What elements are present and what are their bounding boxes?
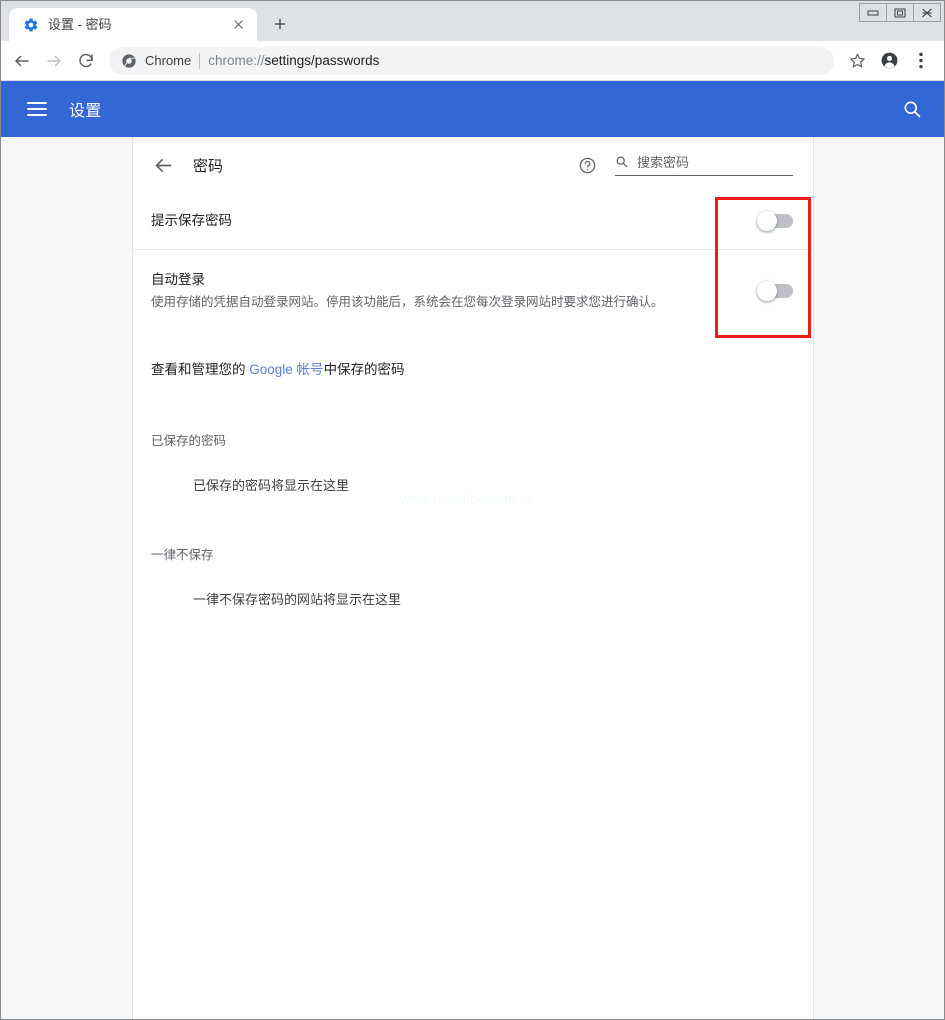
search-icon bbox=[615, 155, 629, 169]
omnibox-divider bbox=[199, 52, 201, 69]
address-bar[interactable]: Chrome chrome://settings/passwords bbox=[109, 46, 834, 75]
google-account-row: 查看和管理您的 Google 帐号中保存的密码 bbox=[133, 332, 813, 380]
passwords-content-card: 密码 搜索密码 提示保存密码 自动登录 使用存储的凭据自动登录网站。停用该功能后… bbox=[133, 137, 814, 1019]
search-input[interactable] bbox=[637, 154, 793, 170]
minimize-icon bbox=[867, 9, 879, 17]
settings-app-header: 设置 bbox=[1, 81, 944, 137]
empty-text-never-saved: 一律不保存密码的网站将显示在这里 bbox=[193, 592, 402, 607]
setting-sublabel: 使用存储的凭据自动登录网站。停用该功能后，系统会在您每次登录网站时要求您进行确认… bbox=[151, 295, 664, 309]
settings-search-icon[interactable] bbox=[900, 97, 924, 121]
browser-menu-button[interactable] bbox=[906, 46, 936, 76]
page-title: 密码 bbox=[193, 157, 224, 175]
url-path: settings/passwords bbox=[264, 53, 380, 68]
setting-text-block: 提示保存密码 bbox=[151, 211, 759, 231]
passwords-search-field[interactable] bbox=[615, 154, 793, 176]
tab-strip: 设置 - 密码 bbox=[1, 1, 944, 41]
passwords-page-header: 密码 bbox=[133, 137, 813, 193]
left-gutter bbox=[1, 137, 133, 1019]
right-gutter bbox=[814, 137, 944, 1019]
tab-title: 设置 - 密码 bbox=[48, 16, 112, 32]
browser-window: 设置 - 密码 Chrome chrome://settings/passwor… bbox=[0, 0, 945, 1020]
hamburger-menu-icon[interactable] bbox=[27, 98, 49, 120]
setting-row-auto-signin[interactable]: 自动登录 使用存储的凭据自动登录网站。停用该功能后，系统会在您每次登录网站时要求… bbox=[133, 250, 813, 332]
section-title-never-saved: 一律不保存 bbox=[151, 548, 214, 562]
setting-row-offer-to-save[interactable]: 提示保存密码 bbox=[133, 193, 813, 249]
close-icon[interactable] bbox=[229, 16, 247, 34]
close-button[interactable] bbox=[913, 3, 941, 22]
browser-tab[interactable]: 设置 - 密码 bbox=[9, 8, 257, 41]
back-button[interactable] bbox=[7, 46, 37, 76]
url-scheme: chrome:// bbox=[208, 53, 265, 68]
minimize-button[interactable] bbox=[859, 3, 887, 22]
account-text-prefix: 查看和管理您的 bbox=[151, 362, 250, 377]
setting-label: 自动登录 bbox=[151, 272, 205, 287]
setting-text-block: 自动登录 使用存储的凭据自动登录网站。停用该功能后，系统会在您每次登录网站时要求… bbox=[151, 270, 759, 312]
bookmark-button[interactable] bbox=[842, 46, 872, 76]
reload-icon bbox=[77, 52, 95, 70]
help-circle-icon[interactable] bbox=[577, 155, 597, 175]
url-text: chrome://settings/passwords bbox=[208, 53, 379, 68]
settings-gear-icon bbox=[23, 17, 39, 33]
setting-label: 提示保存密码 bbox=[151, 213, 232, 228]
toggle-knob bbox=[757, 211, 777, 231]
close-icon bbox=[921, 8, 933, 18]
site-chip-label: Chrome bbox=[145, 53, 192, 68]
toggle-knob bbox=[757, 281, 777, 301]
three-dot-menu-icon bbox=[919, 52, 923, 69]
forward-button[interactable] bbox=[39, 46, 69, 76]
section-title-saved-passwords: 已保存的密码 bbox=[151, 434, 227, 448]
settings-title: 设置 bbox=[69, 103, 102, 120]
plus-icon bbox=[273, 17, 287, 31]
reload-button[interactable] bbox=[71, 46, 101, 76]
star-icon bbox=[849, 52, 866, 69]
auto-signin-toggle[interactable] bbox=[757, 281, 793, 301]
account-text-suffix: 中保存的密码 bbox=[323, 362, 405, 377]
profile-button[interactable] bbox=[874, 46, 904, 76]
settings-body: 密码 搜索密码 提示保存密码 自动登录 使用存储的凭据自动登录网站。停用该功能后… bbox=[1, 137, 944, 1019]
browser-toolbar: Chrome chrome://settings/passwords bbox=[1, 41, 944, 81]
offer-to-save-passwords-toggle[interactable] bbox=[757, 211, 793, 231]
watermark: www.pconline.com.cn bbox=[400, 491, 535, 506]
google-account-link[interactable]: Google 帐号 bbox=[249, 362, 323, 377]
maximize-button[interactable] bbox=[886, 3, 914, 22]
maximize-icon bbox=[894, 8, 906, 18]
window-controls bbox=[859, 3, 941, 22]
passwords-header-actions bbox=[577, 154, 793, 176]
back-arrow-icon[interactable] bbox=[151, 153, 175, 177]
account-avatar-icon bbox=[880, 51, 899, 70]
back-arrow-icon bbox=[13, 52, 31, 70]
new-tab-button[interactable] bbox=[265, 9, 295, 39]
google-account-text: 查看和管理您的 Google 帐号中保存的密码 bbox=[151, 360, 793, 380]
chrome-icon bbox=[121, 53, 137, 69]
forward-arrow-icon bbox=[45, 52, 63, 70]
